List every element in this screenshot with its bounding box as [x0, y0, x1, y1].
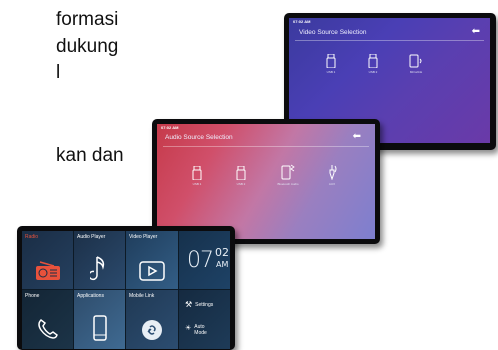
- tile-video-player[interactable]: Video Player: [126, 231, 178, 289]
- back-arrow-icon[interactable]: ⬅: [472, 27, 480, 37]
- source-label: USB 1: [192, 182, 202, 186]
- link-icon: [126, 319, 178, 341]
- settings-label: Settings: [195, 301, 214, 308]
- source-label: USB 1: [326, 70, 336, 74]
- tile-settings[interactable]: ⚒ Settings ☀ Auto Mode: [179, 290, 230, 349]
- status-time: 07:02 AM: [161, 125, 179, 130]
- radio-icon: [22, 261, 73, 281]
- audio-source-screen: 07:02 AM Audio Source Selection ⬅ USB 1 …: [157, 124, 375, 239]
- source-usb-1[interactable]: USB 1: [319, 54, 343, 74]
- play-icon: [126, 261, 178, 281]
- screen-title: Audio Source Selection: [165, 134, 233, 141]
- clock-ampm: AM: [216, 260, 229, 269]
- source-usb-2[interactable]: USB 2: [229, 166, 253, 186]
- auto-mode-label-2: Mode: [194, 330, 207, 336]
- back-arrow-icon[interactable]: ⬅: [353, 132, 361, 142]
- tile-radio[interactable]: Radio: [22, 231, 73, 289]
- source-usb-1[interactable]: USB 1: [185, 166, 209, 186]
- usb-icon: [192, 166, 202, 180]
- settings-row[interactable]: ⚒ Settings: [185, 300, 213, 309]
- screen-title: Video Source Selection: [299, 29, 367, 36]
- aux-jack-icon: [329, 165, 337, 180]
- tile-label: Applications: [77, 293, 104, 299]
- side-text-line-1: formasi: [56, 9, 119, 30]
- usb-icon: [326, 54, 336, 68]
- tile-label: Radio: [25, 234, 39, 240]
- smartphone-icon: [74, 315, 125, 341]
- usb-icon: [236, 166, 246, 180]
- source-label: USB 2: [368, 70, 378, 74]
- phone-icon: [409, 54, 422, 68]
- usb-icon: [368, 54, 378, 68]
- clock-minute: 02: [215, 246, 229, 259]
- source-label: USB 2: [236, 182, 246, 186]
- tile-applications[interactable]: Applications: [74, 290, 125, 349]
- home-device: Radio Audio Player Video Player 07 02 AM…: [17, 226, 235, 350]
- tile-clock: 07 02 AM: [179, 231, 230, 289]
- sun-icon: ☀: [185, 325, 192, 332]
- tile-label: Video Player: [129, 234, 158, 240]
- source-aux[interactable]: AUX: [320, 164, 344, 186]
- bluetooth-phone-icon: [281, 164, 295, 180]
- source-label: AUX: [328, 182, 336, 186]
- wrench-icon: ⚒: [185, 300, 193, 309]
- side-text-line-2: dukung: [56, 36, 119, 57]
- source-label: Mirrorlink: [409, 70, 423, 74]
- tile-label: Mobile Link: [129, 293, 155, 299]
- source-label: Bluetooth Audio: [277, 182, 299, 186]
- tile-label: Phone: [25, 293, 40, 299]
- source-mirrorlink[interactable]: Mirrorlink: [401, 54, 431, 74]
- music-note-icon: [74, 255, 125, 281]
- tile-audio-player[interactable]: Audio Player: [74, 231, 125, 289]
- tile-label: Audio Player: [77, 234, 106, 240]
- tile-mobile-link[interactable]: Mobile Link: [126, 290, 178, 349]
- home-screen: Radio Audio Player Video Player 07 02 AM…: [22, 231, 230, 349]
- phone-handset-icon: [22, 317, 73, 341]
- source-usb-2[interactable]: USB 2: [361, 54, 385, 74]
- header-divider: [295, 40, 484, 41]
- tile-phone[interactable]: Phone: [22, 290, 73, 349]
- status-time: 07:02 AM: [293, 19, 311, 24]
- clock-hour: 07: [187, 248, 214, 273]
- header-divider: [163, 146, 369, 147]
- auto-mode-row[interactable]: ☀ Auto Mode: [185, 324, 207, 336]
- side-text-line-3: l: [56, 62, 61, 83]
- source-bluetooth-audio[interactable]: Bluetooth Audio: [273, 164, 303, 186]
